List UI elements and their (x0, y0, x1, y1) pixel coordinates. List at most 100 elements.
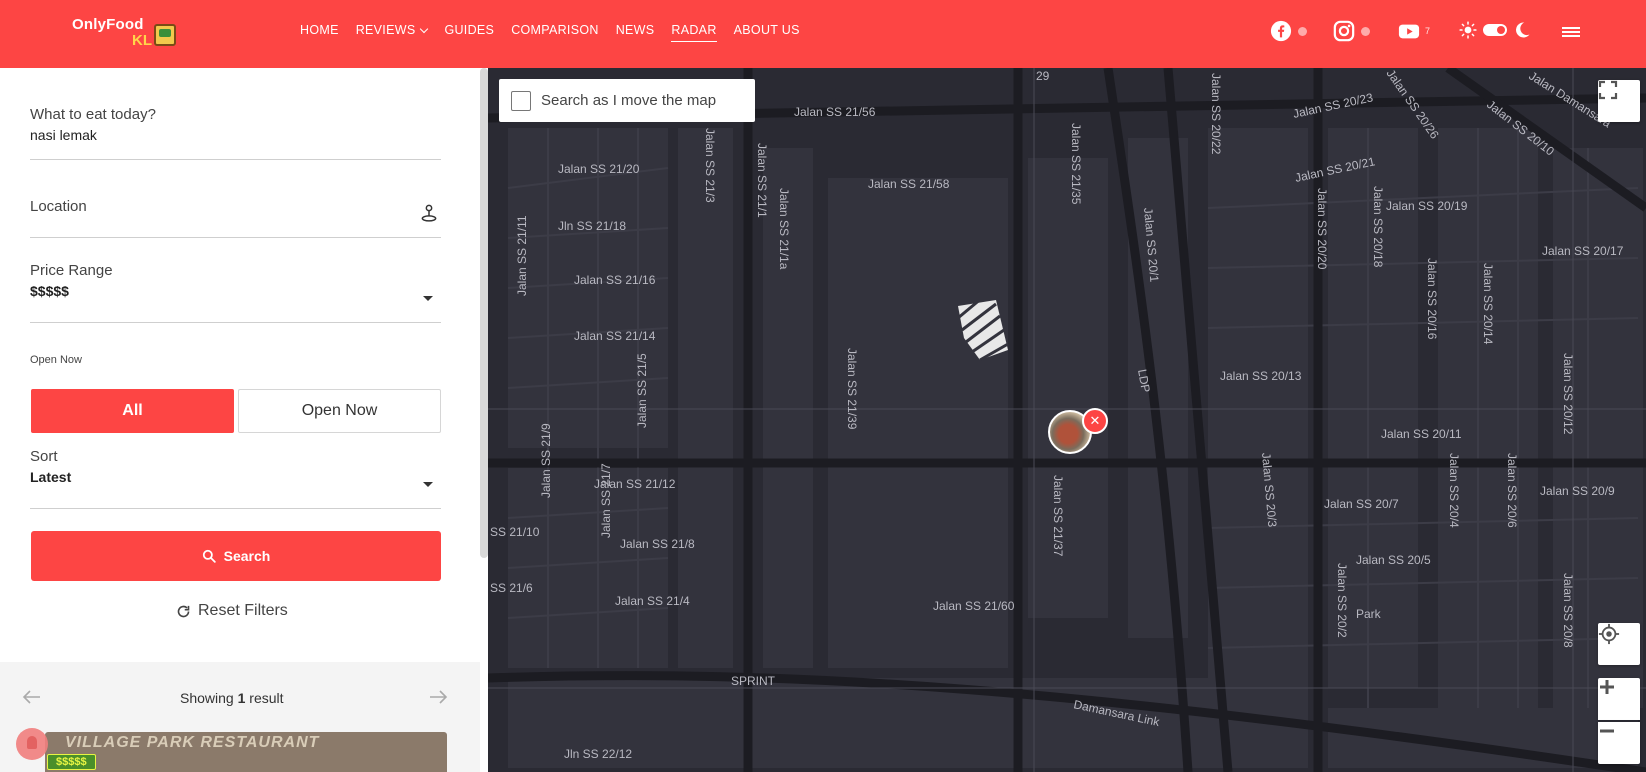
map-road-label: Jalan SS 20/17 (1542, 244, 1624, 258)
reset-filters-button[interactable]: Reset Filters (176, 602, 288, 620)
youtube-count: 7 (1425, 26, 1431, 36)
map-road-label: Jln SS 21/18 (558, 219, 626, 233)
map-road-label: SS 21/6 (490, 581, 533, 595)
hamburger-menu-icon[interactable] (1562, 27, 1580, 37)
price-badge: $$$$$ (47, 754, 96, 770)
location-pin-icon[interactable] (419, 202, 439, 224)
map-road-label: Jalan SS 21/37 (1051, 475, 1065, 557)
map-road-label: Jalan SS 21/56 (794, 105, 876, 119)
map-road-label: Jalan SS 21/20 (558, 162, 640, 176)
refresh-icon (177, 605, 190, 617)
my-location-button[interactable] (1598, 623, 1640, 665)
site-logo[interactable]: OnlyFood KL (72, 14, 182, 54)
nav-radar[interactable]: RADAR (671, 23, 717, 42)
map-road-label: Jalan SS 21/58 (868, 177, 950, 191)
arrow-right-icon[interactable] (428, 690, 448, 704)
instagram-count-dot (1361, 26, 1370, 36)
map-road-label: Jalan SS 21/5 (635, 353, 649, 428)
map-road-label: SPRINT (731, 674, 776, 688)
food-bag-icon (154, 24, 176, 46)
price-range-value: $$$$$ (30, 283, 69, 299)
logo-text-kl: KL (132, 32, 152, 49)
search-button[interactable]: Search (31, 531, 441, 581)
map-road-label: Jalan SS 21/9 (539, 423, 553, 498)
nav-reviews[interactable]: REVIEWS (355, 23, 429, 37)
what-to-eat-input[interactable]: nasi lemak (30, 127, 441, 143)
sun-icon (1459, 21, 1477, 39)
search-icon (202, 549, 216, 563)
nav-comparison[interactable]: COMPARISON (511, 23, 599, 37)
map-road-label: Jalan SS 21/60 (933, 599, 1015, 613)
results-count-prefix: Showing (180, 690, 238, 706)
logo-text: OnlyFood (72, 16, 144, 33)
map-road-label: Jalan SS 21/39 (845, 348, 859, 430)
map-road-label: Jalan SS 21/11 (515, 215, 529, 296)
map-road-label: Jln SS 22/12 (564, 747, 632, 761)
checkbox[interactable] (511, 90, 531, 111)
map-road-label: Jalan SS 21/4 (615, 594, 690, 608)
theme-toggle[interactable] (1459, 21, 1531, 39)
facebook-link[interactable] (1270, 20, 1307, 42)
map-road-label: Jalan SS 20/2 (1335, 563, 1349, 638)
sidebar-scrollbar[interactable] (480, 68, 488, 558)
map-road-label: Jalan SS 20/23 (1292, 90, 1375, 121)
map-road-label: Jalan SS 20/12 (1561, 353, 1575, 435)
map-road-label: Jalan SS 20/16 (1425, 258, 1439, 340)
nav-reviews-label: REVIEWS (355, 23, 416, 37)
map-road-label: Jalan SS 21/1a (777, 188, 791, 270)
map-road-label: Jalan SS 21/3 (703, 128, 717, 203)
nav-guides[interactable]: GUIDES (444, 23, 494, 37)
map-road-label: Jalan SS 20/5 (1356, 553, 1431, 567)
sort-select[interactable]: Sort Latest (30, 448, 441, 509)
map-road-label: Jalan SS 20/8 (1561, 573, 1575, 648)
instagram-icon (1333, 20, 1355, 42)
plus-icon (1600, 680, 1614, 694)
open-now-label: Open Now (30, 354, 82, 366)
facebook-count-dot (1298, 26, 1307, 36)
nav-about-us[interactable]: ABOUT US (734, 23, 800, 37)
location-field[interactable]: Location (30, 198, 441, 238)
moon-icon (1516, 22, 1530, 38)
map-road-label: Jalan SS 21/14 (574, 329, 656, 343)
youtube-icon (1398, 24, 1420, 39)
fullscreen-button[interactable] (1598, 80, 1640, 122)
price-range-select[interactable]: Price Range $$$$$ (30, 262, 441, 323)
instagram-link[interactable] (1333, 20, 1370, 42)
search-as-move-label: Search as I move the map (541, 92, 717, 109)
facebook-icon (1270, 20, 1292, 42)
fork-knife-icon[interactable]: ✕ (1082, 408, 1108, 434)
dark-mode-switch[interactable] (1483, 24, 1507, 36)
map-road-label: Jalan SS 21/35 (1069, 123, 1083, 205)
notification-bell-button[interactable] (16, 728, 48, 760)
nav-home[interactable]: HOME (300, 23, 339, 37)
map-road-label: Jalan SS 20/19 (1386, 199, 1468, 213)
map-poi-label: Park (1356, 607, 1382, 621)
youtube-link[interactable]: 7 (1398, 20, 1430, 42)
restaurant-card[interactable]: VILLAGE PARK RESTAURANT $$$$$ (45, 732, 447, 772)
zoom-out-button[interactable] (1598, 722, 1640, 764)
nav-news[interactable]: NEWS (616, 23, 655, 37)
map-road-label: Jalan SS 20/6 (1505, 453, 1519, 528)
main-nav: HOME REVIEWS GUIDES COMPARISON NEWS RADA… (300, 23, 817, 42)
search-as-move-checkbox[interactable]: Search as I move the map (499, 79, 755, 122)
map-view[interactable]: Jalan SS 21/56 Jalan SS 21/20 Jalan SS 2… (488, 68, 1646, 772)
map-road-label: Jalan SS 20/14 (1481, 263, 1495, 345)
map-road-label: Jalan SS 20/9 (1540, 484, 1615, 498)
chevron-down-icon (420, 24, 429, 34)
map-road-label: Jalan SS 20/4 (1447, 453, 1461, 528)
map-road-label: Jalan SS 20/11 (1381, 427, 1462, 441)
zoom-in-button[interactable] (1598, 678, 1640, 720)
filter-all-button[interactable]: All (31, 389, 234, 433)
map-road-label: Jalan SS 21/16 (574, 273, 656, 287)
map-road-label: Jalan SS 21/8 (620, 537, 695, 551)
map-road-label: Jalan SS 21/1 (755, 143, 769, 218)
filter-open-now-button[interactable]: Open Now (238, 389, 441, 433)
results-panel: Showing 1 result VILLAGE PARK RESTAURANT… (0, 662, 480, 772)
what-to-eat-field[interactable]: What to eat today? nasi lemak (30, 106, 441, 160)
price-range-label: Price Range (30, 262, 113, 279)
arrow-left-icon[interactable] (22, 690, 42, 704)
map-road-label: Jalan SS 20/20 (1315, 188, 1329, 270)
what-to-eat-label: What to eat today? (30, 106, 156, 123)
sort-label: Sort (30, 448, 58, 465)
map-road-label: Jalan SS 20/13 (1220, 369, 1302, 383)
